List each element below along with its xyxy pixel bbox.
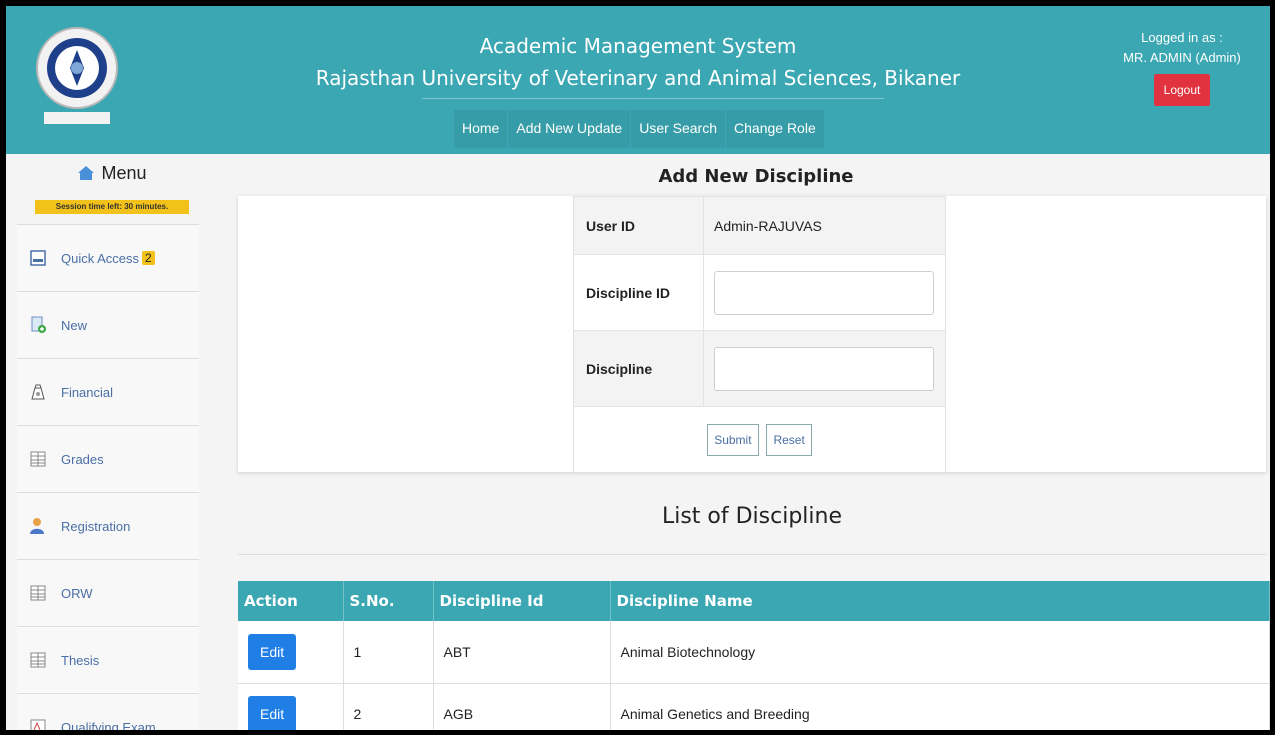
sidebar-item-label: Qualifying Exam [61, 719, 156, 731]
nav-add-new-update[interactable]: Add New Update [508, 110, 631, 148]
sidebar-item-orw[interactable]: ORW [17, 560, 199, 627]
exam-icon [30, 719, 46, 730]
sidebar-item-label: Grades [61, 451, 104, 467]
list-heading: List of Discipline [661, 504, 843, 529]
table-row: Edit 2 AGB Animal Genetics and Breeding [238, 683, 1270, 730]
edit-button[interactable]: Edit [248, 696, 297, 730]
form-actions: Submit Reset [573, 406, 946, 473]
sidebar-item-label: Quick Access [61, 250, 140, 266]
sidebar-item-label: Registration [61, 518, 131, 534]
top-nav: Home Add New Update User Search Change R… [454, 110, 825, 148]
discipline-table: Action S.No. Discipline Id Discipline Na… [238, 581, 1270, 730]
reset-button[interactable]: Reset [766, 423, 812, 456]
menu-label: Menu [101, 162, 147, 183]
discipline-name-cell: Animal Genetics and Breeding [610, 683, 1270, 730]
sidebar-item-label: Financial [61, 384, 114, 400]
list-divider [238, 554, 1266, 555]
quick-access-icon [30, 250, 46, 266]
form-heading: Add New Discipline [658, 166, 854, 187]
sno-cell: 1 [343, 621, 434, 684]
table-row: Edit 1 ABT Animal Biotechnology [238, 621, 1270, 684]
sidebar-item-new[interactable]: New [17, 292, 199, 359]
home-icon [78, 166, 95, 180]
sidebar-item-grades[interactable]: Grades [17, 426, 199, 493]
nav-change-role[interactable]: Change Role [726, 110, 824, 148]
discipline-form: User ID Admin-RAJUVAS Discipline ID Disc… [573, 196, 946, 473]
discipline-id-label: Discipline ID [573, 254, 704, 331]
title-divider [422, 98, 884, 99]
app-frame: Academic Management System Rajasthan Uni… [6, 6, 1270, 730]
action-cell: Edit [238, 683, 344, 730]
sidebar-item-label: ORW [61, 585, 93, 601]
grid-icon [30, 451, 46, 467]
discipline-id-cell: AGB [433, 683, 611, 730]
sidebar-item-label: Thesis [61, 652, 100, 668]
column-header-discipline-id: Discipline Id [433, 581, 611, 621]
sidebar-item-qualifying-exam[interactable]: Qualifying Exam [17, 694, 199, 730]
form-row-user-id: User ID Admin-RAJUVAS [573, 196, 946, 255]
sidebar: Menu Session time left: 30 minutes. Quic… [6, 154, 218, 730]
new-document-icon [31, 316, 46, 333]
user-name: MR. ADMIN (Admin) [1123, 50, 1241, 65]
column-header-action: Action [238, 581, 344, 621]
grid-icon [30, 652, 46, 668]
discipline-id-input[interactable] [714, 270, 934, 315]
university-name: Rajasthan University of Veterinary and A… [315, 66, 961, 90]
menu-list: Quick Access 2 New Financial Grades Regi… [17, 224, 199, 730]
logged-in-label: Logged in as : [1141, 30, 1223, 45]
form-row-actions: Submit Reset [573, 406, 946, 473]
column-header-sno: S.No. [343, 581, 434, 621]
submit-button[interactable]: Submit [707, 423, 759, 456]
user-icon [30, 518, 44, 534]
discipline-input[interactable] [714, 346, 934, 391]
discipline-cell [703, 330, 946, 407]
app-title: Academic Management System [479, 34, 797, 58]
action-cell: Edit [238, 621, 344, 684]
header: Academic Management System Rajasthan Uni… [6, 6, 1270, 154]
discipline-id-cell [703, 254, 946, 331]
discipline-name-cell: Animal Biotechnology [610, 621, 1270, 684]
table-header-row: Action S.No. Discipline Id Discipline Na… [238, 581, 1270, 621]
user-info: Logged in as : MR. ADMIN (Admin) Logout [1112, 28, 1252, 106]
nav-user-search[interactable]: User Search [631, 110, 726, 148]
sidebar-item-registration[interactable]: Registration [17, 493, 199, 560]
sidebar-item-label: New [61, 317, 88, 333]
discipline-id-cell: ABT [433, 621, 611, 684]
sidebar-item-thesis[interactable]: Thesis [17, 627, 199, 694]
form-row-discipline: Discipline [573, 330, 946, 407]
sidebar-item-financial[interactable]: Financial [17, 359, 199, 426]
quick-access-badge: 2 [142, 251, 155, 265]
sno-cell: 2 [343, 683, 434, 730]
edit-button[interactable]: Edit [248, 633, 297, 670]
form-card: User ID Admin-RAJUVAS Discipline ID Disc… [238, 196, 1266, 473]
form-row-discipline-id: Discipline ID [573, 254, 946, 331]
financial-icon [31, 384, 45, 400]
menu-title: Menu [6, 154, 218, 192]
discipline-label: Discipline [573, 330, 704, 407]
user-id-label: User ID [573, 196, 704, 255]
grid-icon [30, 585, 46, 601]
session-timer: Session time left: 30 minutes. [35, 200, 189, 214]
column-header-discipline-name: Discipline Name [610, 581, 1270, 621]
sidebar-item-quick-access[interactable]: Quick Access 2 [17, 225, 199, 292]
user-id-value: Admin-RAJUVAS [703, 196, 946, 255]
logout-button[interactable]: Logout [1153, 74, 1211, 106]
nav-home[interactable]: Home [454, 110, 508, 148]
